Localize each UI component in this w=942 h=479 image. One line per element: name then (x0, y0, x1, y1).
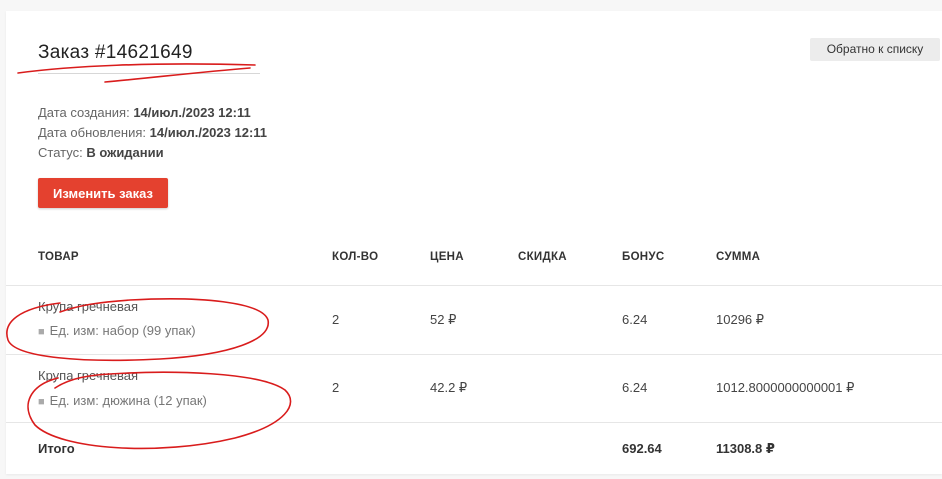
product-name: Крупа гречневая (38, 299, 139, 314)
page-title: Заказ #14621649 (38, 42, 193, 63)
status-value: В ожидании (86, 145, 164, 160)
product-variant-text: Ед. изм: дюжина (12 упак) (49, 393, 207, 408)
bullet-icon: ■ (38, 326, 45, 338)
price-value: 42.2 ₽ (430, 380, 468, 395)
price-value: 52 ₽ (430, 312, 457, 327)
edit-order-button[interactable]: Изменить заказ (38, 178, 168, 208)
product-variant: ■ Ед. изм: дюжина (12 упак) (38, 393, 207, 408)
bullet-icon: ■ (38, 396, 45, 408)
row-divider (6, 354, 942, 355)
order-status: Статус: В ожидании (38, 145, 164, 160)
created-date: Дата создания: 14/июл./2023 12:11 (38, 105, 251, 120)
product-variant: ■ Ед. изм: набор (99 упак) (38, 323, 196, 338)
updated-value: 14/июл./2023 12:11 (149, 125, 268, 140)
quantity-value: 2 (332, 312, 340, 327)
column-header-quantity: КОЛ-ВО (332, 251, 379, 263)
created-value: 14/июл./2023 12:11 (133, 105, 251, 120)
product-variant-text: Ед. изм: набор (99 упак) (49, 323, 196, 338)
product-name: Крупа гречневая (38, 368, 139, 383)
column-header-discount: СКИДКА (518, 251, 567, 263)
updated-label: Дата обновления: (38, 125, 150, 140)
quantity-value: 2 (332, 380, 340, 395)
total-sum: 11308.8 ₽ (716, 441, 775, 456)
total-bonus: 692.64 (622, 441, 662, 456)
bonus-value: 6.24 (622, 312, 648, 327)
created-label: Дата создания: (38, 105, 134, 120)
updated-date: Дата обновления: 14/июл./2023 12:11 (38, 125, 267, 140)
status-label: Статус: (38, 145, 87, 160)
sum-value: 1012.8000000000001 ₽ (716, 380, 855, 395)
row-divider (6, 422, 942, 423)
total-label: Итого (38, 441, 75, 456)
row-divider (6, 285, 942, 286)
title-divider (38, 73, 260, 74)
sum-value: 10296 ₽ (716, 312, 765, 327)
back-to-list-button[interactable]: Обратно к списку (810, 38, 940, 61)
column-header-price: ЦЕНА (430, 251, 464, 263)
column-header-sum: СУММА (716, 251, 761, 263)
column-header-product: ТОВАР (38, 251, 79, 263)
column-header-bonus: БОНУС (622, 251, 665, 263)
bonus-value: 6.24 (622, 380, 648, 395)
